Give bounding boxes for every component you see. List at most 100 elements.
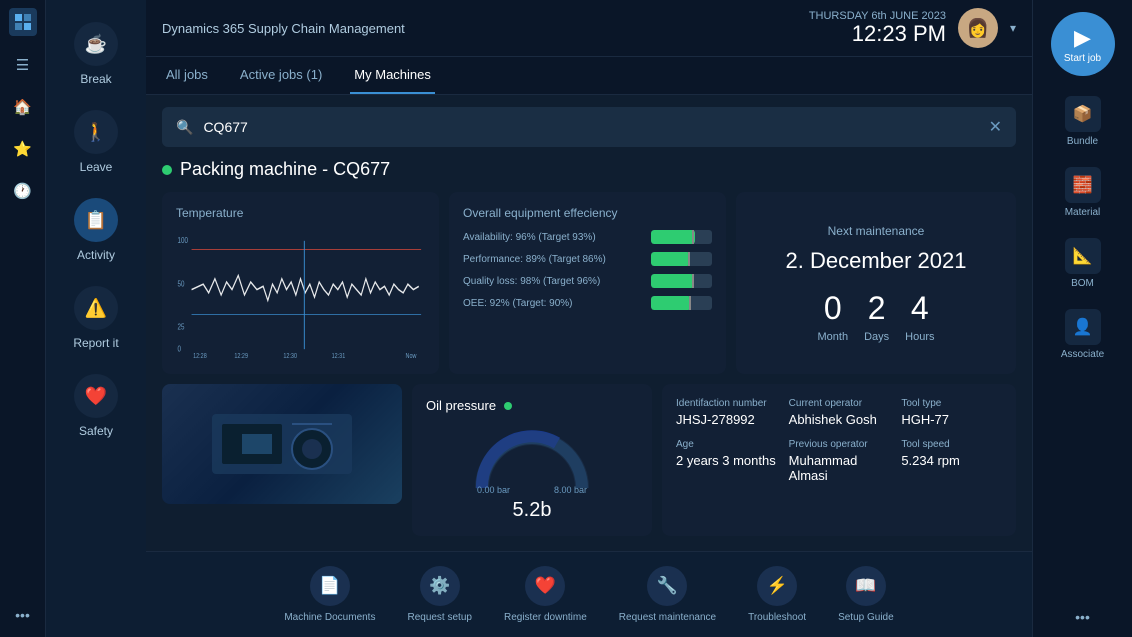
user-avatar[interactable]: 👩 [958,8,998,48]
right-nav-bundle[interactable]: 📦 Bundle [1043,88,1123,155]
svg-text:12:30: 12:30 [283,352,297,360]
avatar-chevron-icon[interactable]: ▾ [1010,21,1016,35]
troubleshoot-icon: ⚡ [757,566,797,606]
info-tool-speed-value: 5.234 rpm [901,453,1002,468]
month-label: Month [818,331,849,343]
machine-status-dot [162,165,172,175]
sidebar-item-report[interactable]: ⚠️ Report it [56,276,136,360]
start-job-label: Start job [1064,53,1101,64]
info-age-value: 2 years 3 months [676,453,777,468]
action-troubleshoot[interactable]: ⚡ Troubleshoot [748,566,806,623]
main-content: Dynamics 365 Supply Chain Management THU… [146,0,1032,637]
menu-icon[interactable]: ☰ [5,47,41,83]
sidebar-item-leave[interactable]: 🚶 Leave [56,100,136,184]
right-nav-more-icon[interactable]: ••• [1075,609,1090,625]
setup-guide-label: Setup Guide [838,612,894,623]
nav-sidebar: ☕ Break 🚶 Leave 📋 Activity ⚠️ Report it … [46,0,146,637]
right-nav-bom[interactable]: 📐 BOM [1043,230,1123,297]
search-input[interactable] [203,119,978,135]
right-nav-material[interactable]: 🧱 Material [1043,159,1123,226]
info-operator-label: Current operator [789,398,890,409]
register-downtime-label: Register downtime [504,612,587,623]
oee-total-bar [651,296,712,310]
action-register-downtime[interactable]: ❤️ Register downtime [504,566,587,623]
oil-pressure-card: Oil pressure 0.00 bar 8.00 bar 5.2b [412,384,652,536]
machine-info-card: Identifaction number JHSJ-278992 Current… [662,384,1016,536]
hours-value: 4 [905,290,934,327]
tab-all-jobs[interactable]: All jobs [162,57,212,94]
temperature-title: Temperature [176,206,425,220]
troubleshoot-label: Troubleshoot [748,612,806,623]
info-prev-operator-label: Previous operator [789,439,890,450]
request-maintenance-icon: 🔧 [647,566,687,606]
action-request-maintenance[interactable]: 🔧 Request maintenance [619,566,716,623]
material-label: Material [1065,207,1101,218]
oee-performance-fill [651,252,690,266]
associate-icon: 👤 [1065,309,1101,345]
info-id: Identifaction number JHSJ-278992 [676,398,777,427]
info-id-value: JHSJ-278992 [676,412,777,427]
action-machine-docs[interactable]: 📄 Machine Documents [284,566,375,623]
oil-min-label: 0.00 bar [477,485,510,495]
info-age-label: Age [676,439,777,450]
machine-docs-label: Machine Documents [284,612,375,623]
action-setup-guide[interactable]: 📖 Setup Guide [838,566,894,623]
recent-icon[interactable]: 🕐 [5,173,41,209]
oee-card: Overall equipment effeciency Availabilit… [449,192,726,374]
dashboard-grid: Temperature 100 50 25 0 [162,192,1016,374]
activity-label: Activity [77,248,115,262]
break-label: Break [80,72,111,86]
time-text: 12:23 PM [809,22,946,46]
info-grid: Identifaction number JHSJ-278992 Current… [676,398,1002,483]
register-downtime-icon: ❤️ [525,566,565,606]
right-nav-associate[interactable]: 👤 Associate [1043,301,1123,368]
oee-total-fill [651,296,691,310]
search-close-icon[interactable]: ✕ [989,117,1002,137]
favorites-icon[interactable]: ⭐ [5,131,41,167]
icon-sidebar: ☰ 🏠 ⭐ 🕐 ••• [0,0,46,637]
leave-icon: 🚶 [74,110,118,154]
sidebar-item-break[interactable]: ☕ Break [56,12,136,96]
info-tool-speed: Tool speed 5.234 rpm [901,439,1002,483]
svg-text:12:29: 12:29 [234,352,248,360]
oee-availability-label: Availability: 96% (Target 93%) [463,232,643,243]
svg-text:12:31: 12:31 [332,352,346,360]
tab-active-jobs[interactable]: Active jobs (1) [236,57,326,94]
oee-total-target [689,296,691,310]
activity-icon: 📋 [74,198,118,242]
sidebar-item-activity[interactable]: 📋 Activity [56,188,136,272]
maintenance-counters: 0 Month 2 Days 4 Hours [818,290,935,343]
tab-bar: All jobs Active jobs (1) My Machines [146,57,1032,95]
info-prev-operator: Previous operator Muhammad Almasi [789,439,890,483]
report-label: Report it [73,336,118,350]
sidebar-more-icon[interactable]: ••• [5,601,41,629]
days-label: Days [864,331,889,343]
home-icon[interactable]: 🏠 [5,89,41,125]
machine-title-row: Packing machine - CQ677 [162,159,1016,180]
oee-availability-bar [651,230,712,244]
machine-name: Packing machine - CQ677 [180,159,390,180]
oil-gauge [472,423,592,493]
days-counter: 2 Days [864,290,889,343]
info-tool-type: Tool type HGH-77 [901,398,1002,427]
action-request-setup[interactable]: ⚙️ Request setup [407,566,472,623]
sidebar-item-safety[interactable]: ❤️ Safety [56,364,136,448]
temperature-card: Temperature 100 50 25 0 [162,192,439,374]
oee-quality-target [692,274,694,288]
machine-image-card [162,384,402,504]
bundle-label: Bundle [1067,136,1098,147]
datetime-section: THURSDAY 6th JUNE 2023 12:23 PM [809,10,946,46]
info-prev-operator-value: Muhammad Almasi [789,453,890,483]
temperature-chart: 100 50 25 0 12:28 12:29 [176,230,425,360]
start-job-button[interactable]: ▶ Start job [1051,12,1115,76]
oee-availability-fill [651,230,695,244]
svg-text:25: 25 [178,322,185,332]
associate-label: Associate [1061,349,1104,360]
oee-availability-target [692,230,694,244]
oil-header: Oil pressure [426,398,638,413]
svg-text:50: 50 [178,278,185,288]
svg-text:100: 100 [178,235,188,245]
oee-total-label: OEE: 92% (Target: 90%) [463,298,643,309]
tab-my-machines[interactable]: My Machines [350,57,435,94]
svg-text:0: 0 [178,343,181,353]
